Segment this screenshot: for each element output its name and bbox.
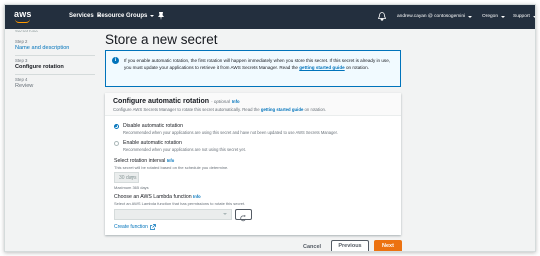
- optional-tag: - optional: [211, 99, 230, 104]
- chevron-down-icon: [150, 15, 155, 17]
- top-navigation-bar: aws Services Resource Groups andrew.caya…: [5, 5, 535, 29]
- rotation-info-alert: i If you enable automatic rotation, the …: [105, 50, 401, 87]
- pin-icon[interactable]: [158, 12, 164, 20]
- enable-rotation-radio[interactable]: [114, 141, 119, 146]
- interval-select[interactable]: 30 days: [114, 172, 139, 183]
- disable-rotation-radio[interactable]: [114, 124, 119, 129]
- step-2-link[interactable]: Name and description: [15, 45, 69, 51]
- step-4-label: Review: [15, 83, 34, 89]
- enable-rotation-label[interactable]: Enable automatic rotation: [123, 140, 182, 146]
- step-3-current: Configure rotation: [15, 64, 64, 70]
- lambda-desc: Select an AWS Lambda function that has p…: [114, 201, 246, 206]
- chevron-down-icon: [468, 15, 473, 18]
- account-menu[interactable]: andrew.cayan @ contosogemini: [397, 14, 473, 19]
- panel-desc-part2: on rotation.: [303, 107, 327, 112]
- lambda-info-link[interactable]: Info: [193, 194, 201, 199]
- region-label: Oregon: [482, 14, 498, 19]
- step-4-number: Step 4: [15, 77, 28, 82]
- bell-icon[interactable]: [378, 12, 386, 21]
- step-2-number: Step 2: [15, 39, 28, 44]
- aws-logo-text: aws: [14, 9, 32, 19]
- lambda-label: Choose an AWS Lambda function Info: [114, 194, 201, 200]
- step-cut-label: Secret type: [15, 29, 38, 32]
- info-alert-text: If you enable automatic rotation, the fi…: [124, 57, 396, 72]
- services-menu[interactable]: Services: [69, 13, 101, 19]
- interval-max-hint: Maximum 365 days: [114, 185, 149, 190]
- wizard-steps-sidebar: Secret type Step 2 Name and description …: [5, 29, 95, 251]
- rotation-config-panel: Configure automatic rotation - optional …: [105, 93, 401, 235]
- region-menu[interactable]: Oregon: [482, 14, 505, 19]
- chevron-down-icon: [501, 15, 505, 18]
- lambda-label-text: Choose an AWS Lambda function: [114, 194, 192, 200]
- disable-rotation-desc: Recommended when your applications are u…: [123, 130, 338, 135]
- account-label: andrew.cayan @ contosogemini: [397, 14, 466, 19]
- support-label: Support: [513, 14, 530, 19]
- interval-desc: This secret will be rotated based on the…: [114, 165, 229, 170]
- aws-smile-icon: [15, 19, 30, 23]
- step-divider: [15, 74, 95, 75]
- aws-logo[interactable]: aws: [14, 9, 36, 25]
- page-title: Store a new secret: [105, 32, 218, 47]
- interval-info-link[interactable]: Info: [167, 158, 175, 163]
- panel-desc-part1: Configure AWS Secrets Manager to rotate …: [113, 107, 261, 112]
- panel-description: Configure AWS Secrets Manager to rotate …: [113, 107, 326, 112]
- create-function-link[interactable]: Create function: [114, 224, 156, 230]
- resource-groups-menu[interactable]: Resource Groups: [97, 13, 155, 19]
- step-3-number: Step 3: [15, 58, 28, 63]
- support-menu[interactable]: Support: [513, 14, 535, 19]
- next-button[interactable]: Next: [374, 240, 402, 251]
- lambda-function-select[interactable]: [114, 209, 232, 220]
- refresh-icon: [240, 214, 246, 222]
- interval-label-text: Select rotation interval: [114, 158, 166, 164]
- refresh-lambda-button[interactable]: [235, 209, 252, 222]
- info-text-part2: on rotation.: [344, 65, 369, 71]
- disable-rotation-label[interactable]: Disable automatic rotation: [123, 123, 183, 129]
- info-icon: i: [112, 57, 119, 64]
- getting-started-link[interactable]: getting started guide: [299, 65, 344, 70]
- panel-info-link[interactable]: Info: [232, 99, 240, 104]
- interval-label: Select rotation interval Info: [114, 158, 174, 164]
- services-label: Services: [69, 13, 94, 19]
- resource-groups-label: Resource Groups: [97, 13, 148, 19]
- chevron-down-icon: [223, 213, 227, 215]
- chevron-down-icon: [532, 15, 535, 18]
- panel-title: Configure automatic rotation - optional …: [113, 98, 240, 105]
- enable-rotation-desc: Recommended when your applications are n…: [123, 147, 246, 152]
- create-function-label: Create function: [114, 224, 148, 230]
- panel-header: Configure automatic rotation - optional …: [105, 93, 401, 116]
- panel-title-text: Configure automatic rotation: [113, 98, 210, 105]
- panel-guide-link[interactable]: getting started guide: [261, 107, 304, 112]
- external-link-icon: [150, 224, 156, 230]
- browser-window: aws Services Resource Groups andrew.caya…: [4, 4, 536, 252]
- previous-button[interactable]: Previous: [331, 240, 369, 251]
- cancel-button[interactable]: Cancel: [303, 244, 321, 250]
- step-divider: [15, 55, 95, 56]
- chevron-down-icon: [130, 176, 134, 178]
